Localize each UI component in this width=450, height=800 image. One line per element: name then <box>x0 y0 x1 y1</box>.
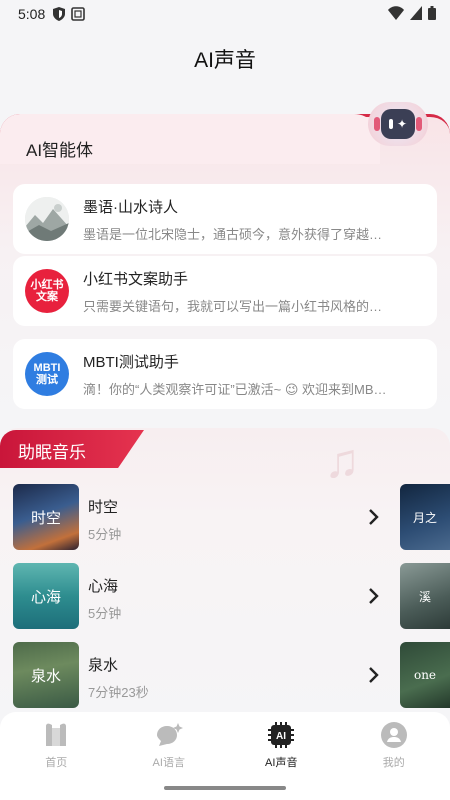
robot-icon[interactable]: ✦ <box>364 100 432 148</box>
agent-card-xiaohongshu[interactable]: 小红书 文案 小红书文案助手 只需要关键语句，我就可以写出一篇小红书风格的… <box>13 256 437 326</box>
music-thumb-text: 心海 <box>30 587 61 606</box>
music-name: 泉水 <box>88 657 119 674</box>
agent-card-mbti[interactable]: MBTI 测试 MBTI测试助手 滴！你的“人类观察许可证”已激活~ 😉 欢迎来… <box>13 339 437 409</box>
music-side-thumb[interactable]: 溪 <box>400 563 450 629</box>
music-thumb: 心海 <box>13 563 79 629</box>
music-name: 时空 <box>88 499 119 516</box>
music-duration: 5分钟 <box>88 527 122 542</box>
music-side-thumb[interactable]: one <box>400 642 450 708</box>
svg-text:AI: AI <box>276 731 286 742</box>
music-side-text: 月之 <box>412 510 437 525</box>
nav-label: AI声音 <box>265 757 298 769</box>
music-thumb: 时空 <box>13 484 79 550</box>
nav-label: 我的 <box>382 757 405 769</box>
music-thumb-text: 时空 <box>30 508 61 527</box>
music-note-icon: ♫ <box>324 435 360 488</box>
nav-item-home[interactable]: 首页 <box>0 720 113 800</box>
chevron-right-icon[interactable] <box>366 585 382 607</box>
agents-section-title: AI智能体 <box>26 141 94 160</box>
agent-desc: 只需要关键语句，我就可以写出一篇小红书风格的… <box>83 298 383 314</box>
music-item-xinhai[interactable]: 心海 心海 5分钟 溪 <box>0 563 450 629</box>
agent-name: MBTI测试助手 <box>83 353 179 371</box>
signal-icon <box>410 5 422 23</box>
music-section-title: 助眠音乐 <box>18 443 86 462</box>
chevron-right-icon[interactable] <box>366 664 382 686</box>
chevron-right-icon[interactable] <box>366 506 382 528</box>
music-side-text: one <box>413 668 437 682</box>
home-icon <box>41 720 71 750</box>
agent-avatar-xiaohongshu: 小红书 文案 <box>25 269 69 313</box>
agent-name: 墨语·山水诗人 <box>83 198 178 216</box>
music-name: 心海 <box>88 578 119 595</box>
nav-label: AI语言 <box>152 757 185 769</box>
music-section: 助眠音乐 ♫ 时空 时空 5分钟 月之 心海 心海 5分钟 溪 泉水 泉水 7分… <box>0 428 450 718</box>
agent-avatar-mbti: MBTI 测试 <box>25 352 69 396</box>
agent-card-moyu[interactable]: 墨语·山水诗人 墨语是一位北宋隐士，通古硕今，意外获得了穿越… <box>13 184 437 254</box>
wifi-icon <box>388 5 404 23</box>
shield-icon <box>53 7 66 21</box>
music-duration: 7分钟23秒 <box>88 685 149 700</box>
status-time: 5:08 <box>18 6 46 22</box>
agents-section: AI智能体 ✦ 墨语·山水诗人 墨语是一位北宋隐士，通古硕今，意外获得了穿越… … <box>0 100 450 414</box>
avatar-text: MBTI 测试 <box>33 362 61 386</box>
music-thumb-text: 泉水 <box>30 666 61 685</box>
status-bar: 5:08 <box>0 0 450 28</box>
home-indicator[interactable] <box>164 786 286 790</box>
profile-icon <box>379 720 409 750</box>
battery-icon <box>428 5 436 23</box>
music-duration: 5分钟 <box>88 606 122 621</box>
page-title: AI声音 <box>194 49 256 72</box>
music-item-shikong[interactable]: 时空 时空 5分钟 月之 <box>0 484 450 550</box>
nav-label: 首页 <box>45 757 68 769</box>
ai-chip-icon: AI <box>266 720 296 750</box>
avatar-text: 小红书 文案 <box>30 279 64 303</box>
nav-item-profile[interactable]: 我的 <box>338 720 450 800</box>
agent-avatar <box>25 197 69 241</box>
agent-desc: 滴！你的“人类观察许可证”已激活~ 😉 欢迎来到MB… <box>83 381 387 397</box>
music-side-text: 溪 <box>418 589 431 604</box>
agent-name: 小红书文案助手 <box>83 270 189 288</box>
agent-desc: 墨语是一位北宋隐士，通古硕今，意外获得了穿越… <box>83 226 383 242</box>
ai-chat-icon <box>154 720 184 750</box>
screenshot-icon <box>71 7 86 21</box>
music-item-quanshui[interactable]: 泉水 泉水 7分钟23秒 one <box>0 642 450 708</box>
music-side-thumb[interactable]: 月之 <box>400 484 450 550</box>
music-thumb: 泉水 <box>13 642 79 708</box>
